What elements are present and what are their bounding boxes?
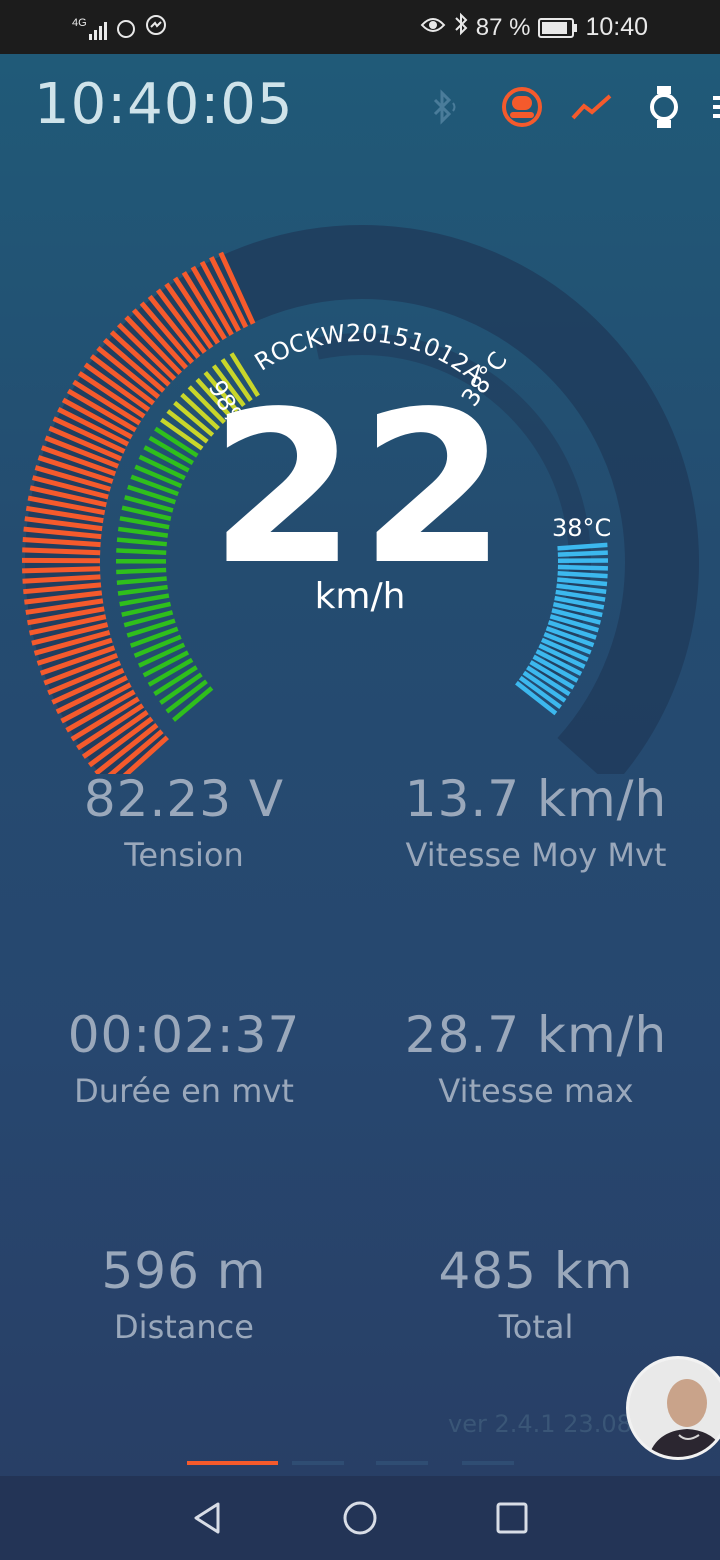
status-time: 10:40 (585, 13, 648, 41)
bluetooth-icon (454, 12, 468, 43)
recents-icon[interactable] (492, 1498, 532, 1538)
status-left: 4G (72, 14, 167, 43)
chart-button[interactable] (567, 82, 617, 132)
watch-button[interactable] (639, 82, 689, 132)
network-type: 4G (72, 16, 87, 29)
app-notification-icon (116, 19, 135, 38)
stat-ride-duration: 00:02:37 Durée en mvt (4, 1006, 364, 1110)
pager-indicator-2[interactable] (292, 1461, 344, 1465)
pager-indicator-1[interactable] (187, 1461, 278, 1465)
stat-value: 00:02:37 (67, 1006, 301, 1064)
battery-icon (538, 17, 578, 38)
current-time: 10:40:05 (34, 72, 294, 137)
pager-indicator-4[interactable] (462, 1461, 514, 1465)
system-nav-bar (0, 1476, 720, 1560)
stat-distance: 596 m Distance (4, 1242, 364, 1346)
speed-unit: km/h (314, 576, 406, 617)
dashboard: 10:40:05 ROCKW20151012A 98% 38°C 38°C 22… (0, 54, 720, 1476)
stat-max-speed: 28.7 km/h Vitesse max (356, 1006, 716, 1110)
bluetooth-icon (433, 89, 456, 125)
stat-avg-speed: 13.7 km/h Vitesse Moy Mvt (356, 770, 716, 874)
stat-label: Distance (114, 1308, 254, 1346)
stat-voltage: 82.23 V Tension (4, 770, 364, 874)
stat-value: 28.7 km/h (404, 1006, 668, 1064)
current-speed: 22 (209, 366, 511, 611)
stat-label: Total (498, 1308, 574, 1346)
stat-value: 485 km (438, 1242, 634, 1300)
toolbar (380, 82, 720, 142)
status-bar: 4G 87 % 10:40 (0, 0, 720, 54)
bluetooth-button[interactable] (418, 82, 468, 132)
floating-avatar-button[interactable] (626, 1356, 720, 1460)
chart-icon (571, 94, 612, 120)
stat-label: Vitesse max (438, 1072, 634, 1110)
stat-value: 13.7 km/h (404, 770, 668, 828)
back-icon[interactable] (188, 1498, 228, 1538)
avatar (629, 1359, 720, 1457)
stat-total-distance: 485 km Total (356, 1242, 716, 1346)
watch-icon (650, 86, 678, 128)
battery-bar (137, 642, 186, 668)
battery-percent: 87 % (475, 13, 531, 41)
home-icon[interactable] (340, 1498, 380, 1538)
stat-label: Durée en mvt (74, 1072, 294, 1110)
stat-value: 82.23 V (83, 770, 285, 828)
signal-icon: 4G (72, 16, 107, 40)
status-right: 87 % 10:40 (420, 12, 648, 43)
menu-icon (713, 96, 720, 118)
stat-label: Vitesse Moy Mvt (405, 836, 667, 874)
pager-indicator-3[interactable] (376, 1461, 428, 1465)
app-version: ver 2.4.1 23.08 (448, 1410, 632, 1438)
wheel-button[interactable] (497, 82, 547, 132)
stat-label: Tension (124, 836, 244, 874)
wheel-icon (502, 87, 542, 127)
menu-button[interactable] (703, 82, 720, 132)
messenger-icon (145, 14, 167, 43)
stat-value: 596 m (101, 1242, 267, 1300)
eye-comfort-icon (420, 14, 446, 42)
